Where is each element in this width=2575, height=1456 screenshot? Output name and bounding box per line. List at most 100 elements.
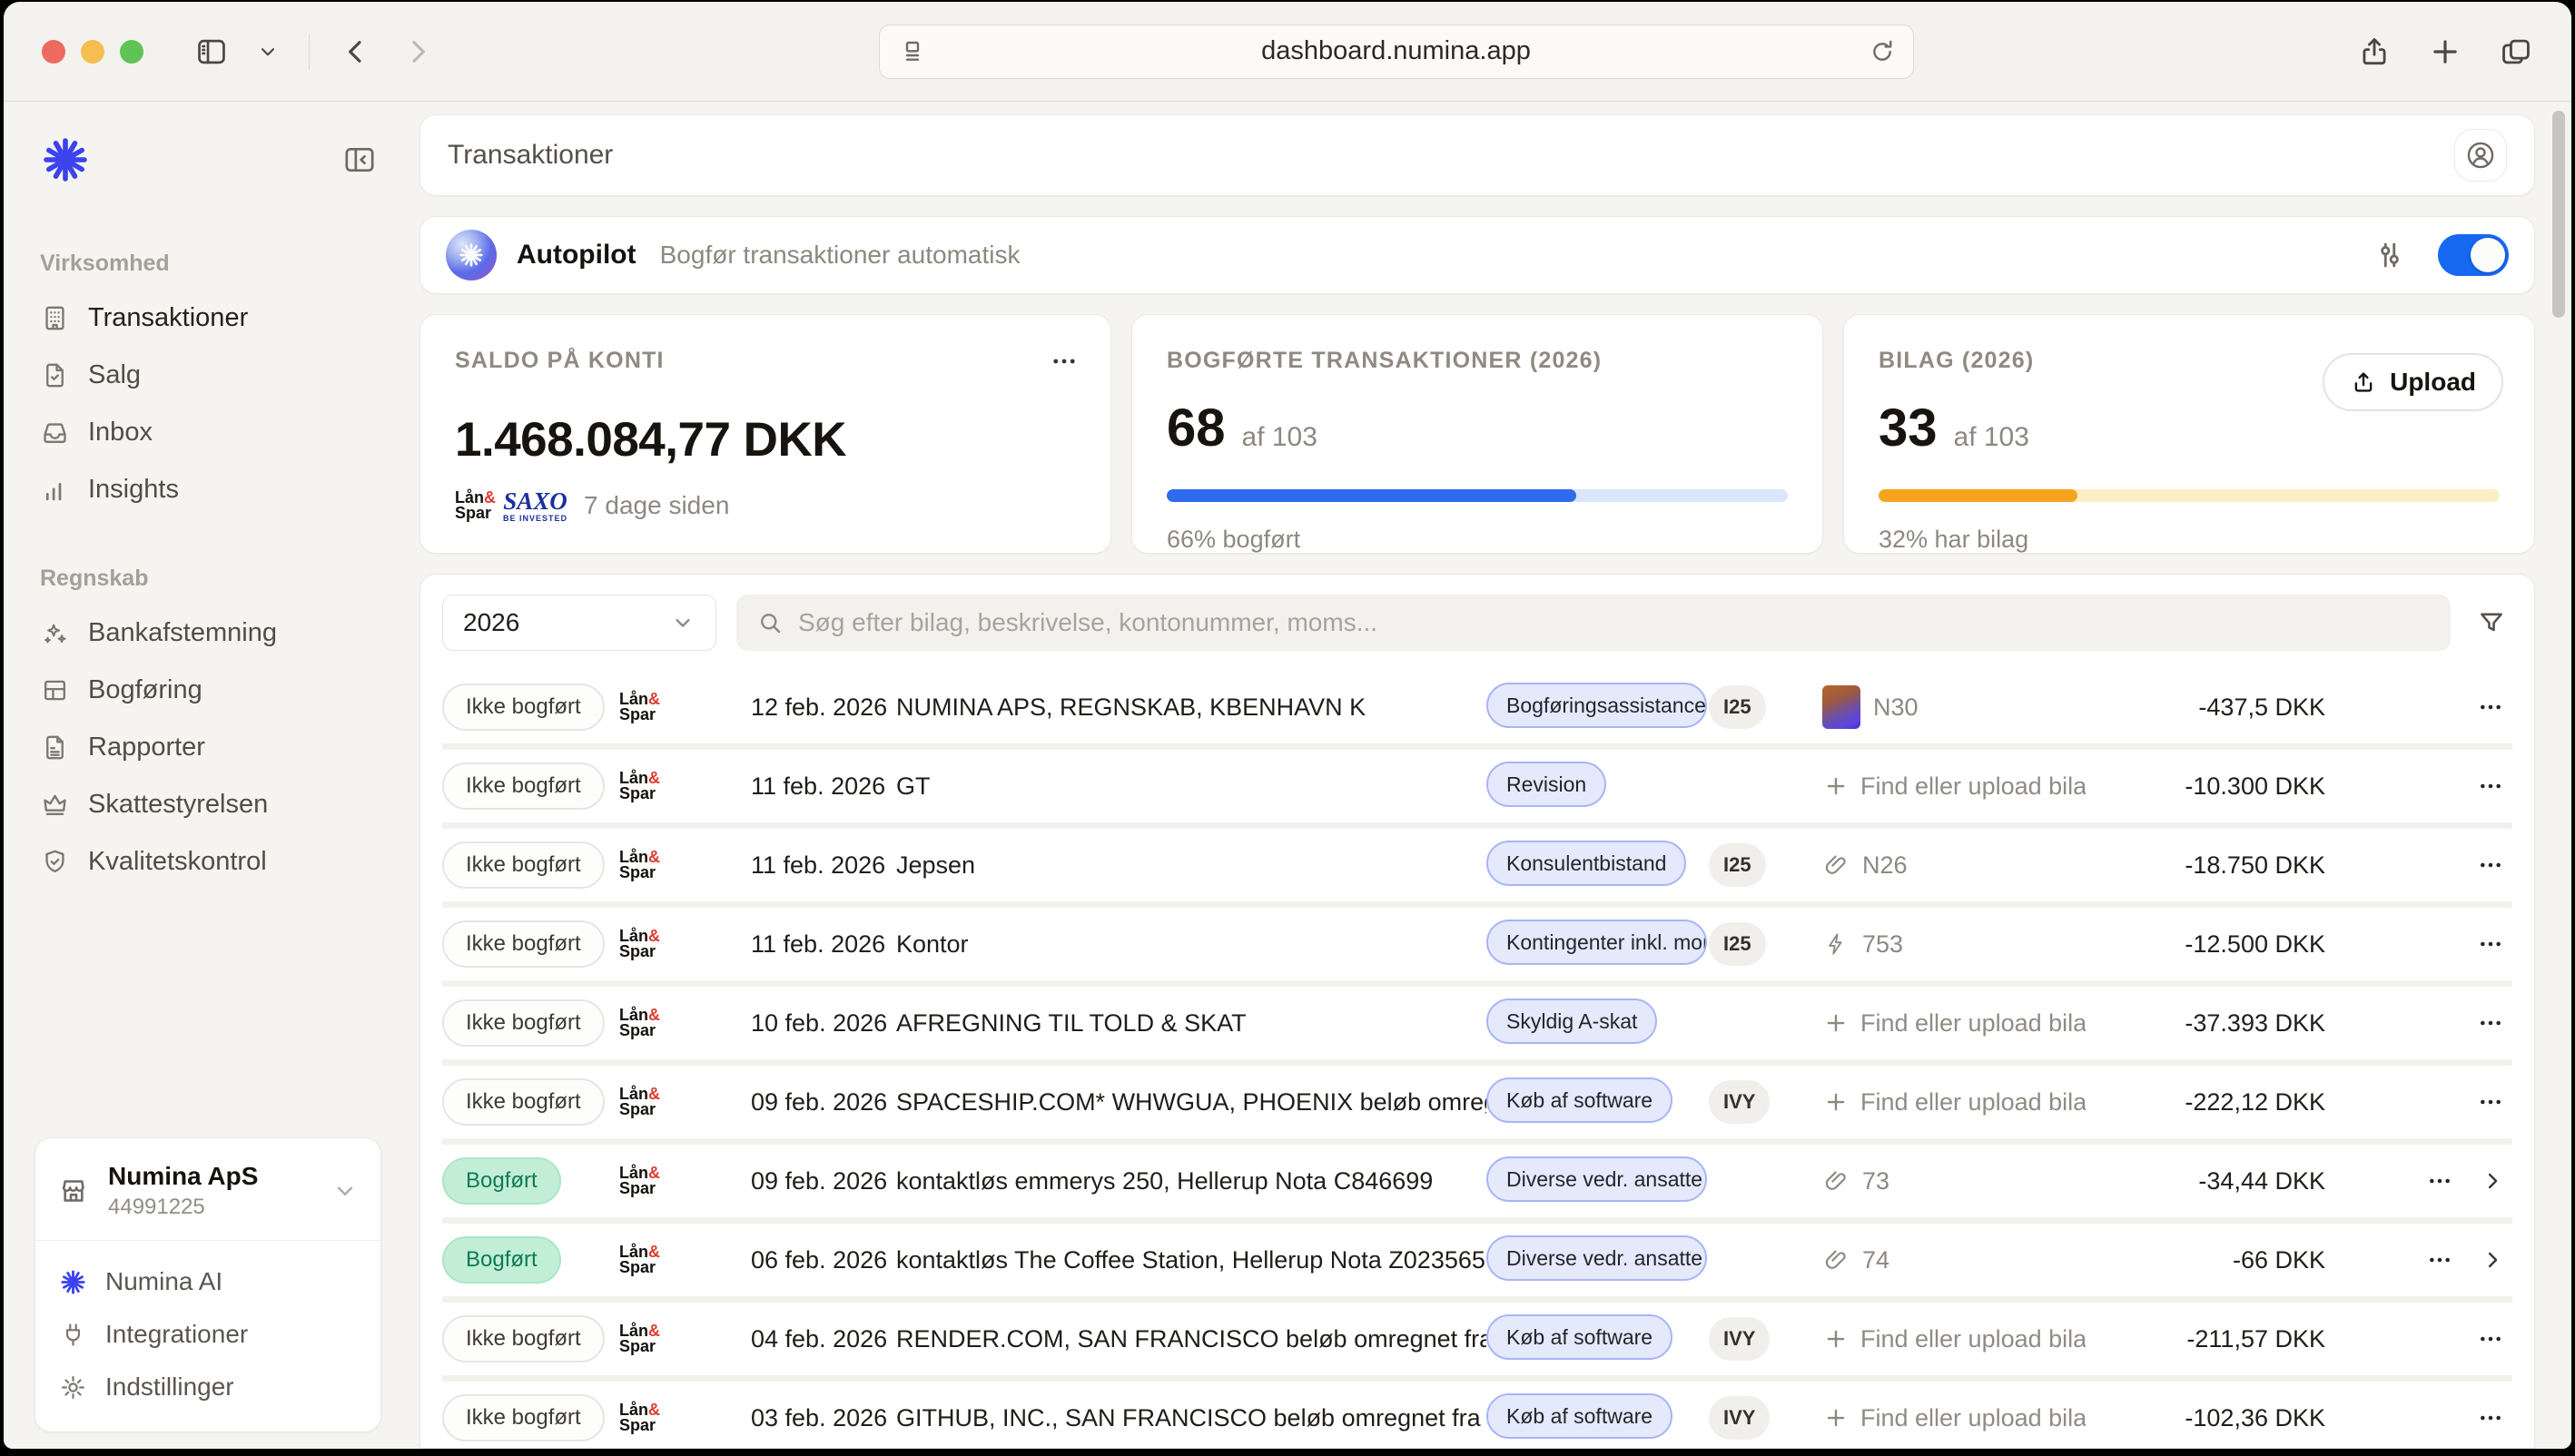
transaction-row[interactable]: Ikke bogført Lån&Spar 11 feb. 2026 Konto… bbox=[442, 908, 2512, 980]
search-input[interactable] bbox=[798, 608, 2431, 637]
category-badge[interactable]: Diverse vedr. ansatte uden bbox=[1486, 1235, 1707, 1281]
reader-view-icon[interactable] bbox=[898, 37, 927, 66]
workspace-switcher[interactable]: Numina ApS 44991225 bbox=[35, 1138, 380, 1241]
category-badge[interactable]: Køb af software bbox=[1486, 1393, 1672, 1439]
sidebar-chevron-down-icon[interactable] bbox=[256, 40, 280, 64]
category-badge[interactable]: Kontingenter inkl. moms bbox=[1486, 920, 1707, 965]
filter-icon[interactable] bbox=[2471, 607, 2512, 638]
find-upload-bilag-link[interactable]: Find eller upload bilag bbox=[1822, 1404, 2086, 1432]
saldo-card-menu-icon[interactable] bbox=[1049, 346, 1080, 381]
new-tab-icon[interactable] bbox=[2428, 34, 2462, 69]
chevron-right-icon[interactable] bbox=[2480, 1247, 2505, 1273]
bank-logo-laan-spar: Lån&Spar bbox=[619, 771, 751, 802]
workspace-menu-item-indstillinger[interactable]: Indstillinger bbox=[57, 1361, 359, 1413]
transaction-row[interactable]: Ikke bogført Lån&Spar 11 feb. 2026 Jepse… bbox=[442, 829, 2512, 901]
category-badge[interactable]: Konsulentbistand bbox=[1486, 841, 1686, 886]
sidebar-item-transaktioner[interactable]: Transaktioner bbox=[35, 290, 381, 347]
category-badge[interactable]: Køb af software bbox=[1486, 1314, 1672, 1360]
bilag-cell: Find eller upload bilag bbox=[1822, 1088, 2086, 1117]
row-menu-icon[interactable] bbox=[2476, 1008, 2505, 1038]
category-badge[interactable]: Skyldig A-skat bbox=[1486, 999, 1657, 1044]
find-upload-bilag-link[interactable]: Find eller upload bilag bbox=[1822, 1009, 2086, 1038]
bank-logo-laan-spar: Lån&Spar bbox=[619, 1323, 751, 1354]
category-badge[interactable]: Revision bbox=[1486, 762, 1606, 807]
row-menu-icon[interactable] bbox=[2476, 772, 2505, 801]
transaction-row[interactable]: Ikke bogført Lån&Spar 10 feb. 2026 AFREG… bbox=[442, 987, 2512, 1059]
sidebar-item-salg[interactable]: Salg bbox=[35, 347, 381, 404]
sidebar-item-label: Inbox bbox=[88, 418, 153, 448]
transaction-date: 06 feb. 2026 bbox=[751, 1246, 896, 1274]
category-badge[interactable]: Køb af software bbox=[1486, 1077, 1672, 1123]
status-badge: Ikke bogført bbox=[442, 920, 605, 968]
row-menu-icon[interactable] bbox=[2425, 1166, 2454, 1195]
attachment-number: N26 bbox=[1862, 851, 1908, 880]
transaction-description: RENDER.COM, SAN FRANCISCO beløb omregnet… bbox=[896, 1325, 1486, 1353]
autopilot-settings-icon[interactable] bbox=[2373, 238, 2407, 272]
sidebar-item-label: Insights bbox=[88, 475, 179, 505]
category-badge[interactable]: Bogføringsassistance bbox=[1486, 683, 1707, 728]
sidebar-item-skattestyrelsen[interactable]: Skattestyrelsen bbox=[35, 776, 381, 833]
sidebar-item-bogf-ring[interactable]: Bogføring bbox=[35, 662, 381, 719]
autopilot-toggle[interactable] bbox=[2438, 234, 2509, 276]
transaction-row[interactable]: Ikke bogført Lån&Spar 09 feb. 2026 SPACE… bbox=[442, 1066, 2512, 1138]
find-upload-bilag-link[interactable]: Find eller upload bilag bbox=[1822, 1088, 2086, 1117]
close-window-button[interactable] bbox=[42, 40, 65, 64]
transaction-description: GT bbox=[896, 772, 1486, 801]
receipt-thumbnail[interactable] bbox=[1822, 685, 1860, 729]
browser-window: dashboard.numina.app bbox=[4, 2, 2571, 1449]
sidebar-item-bankafstemning[interactable]: Bankafstemning bbox=[35, 605, 381, 662]
row-menu-icon[interactable] bbox=[2476, 1324, 2505, 1353]
sidebar-item-insights[interactable]: Insights bbox=[35, 461, 381, 518]
grid-icon bbox=[40, 675, 70, 705]
search-field[interactable] bbox=[736, 595, 2451, 651]
find-upload-bilag-link[interactable]: Find eller upload bilag bbox=[1822, 772, 2086, 801]
transaction-date: 03 feb. 2026 bbox=[751, 1404, 896, 1432]
category-badge[interactable]: Diverse vedr. ansatte uden bbox=[1486, 1156, 1707, 1202]
transaction-amount: -10.300 DKK bbox=[2086, 772, 2331, 801]
bilag-cell: 753 bbox=[1822, 930, 2086, 959]
minimize-window-button[interactable] bbox=[81, 40, 104, 64]
find-upload-bilag-link[interactable]: Find eller upload bilag bbox=[1822, 1325, 2086, 1353]
transaction-row[interactable]: Ikke bogført Lån&Spar 12 feb. 2026 NUMIN… bbox=[442, 671, 2512, 743]
chevron-right-icon[interactable] bbox=[2480, 1168, 2505, 1194]
transaction-row[interactable]: Bogført Lån&Spar 09 feb. 2026 kontaktløs… bbox=[442, 1145, 2512, 1217]
collapse-sidebar-icon[interactable] bbox=[341, 142, 378, 182]
tab-overview-icon[interactable] bbox=[2499, 34, 2533, 69]
asterisk-icon bbox=[59, 1268, 87, 1296]
share-icon[interactable] bbox=[2357, 34, 2392, 69]
row-menu-icon[interactable] bbox=[2425, 1245, 2454, 1274]
account-button[interactable] bbox=[2454, 129, 2507, 182]
transaction-date: 10 feb. 2026 bbox=[751, 1009, 896, 1038]
reload-icon[interactable] bbox=[1868, 37, 1897, 66]
shield-icon bbox=[40, 847, 70, 877]
sidebar-item-kvalitetskontrol[interactable]: Kvalitetskontrol bbox=[35, 833, 381, 890]
bolt-icon bbox=[1822, 930, 1850, 958]
row-menu-icon[interactable] bbox=[2476, 693, 2505, 722]
transaction-row[interactable]: Ikke bogført Lån&Spar 03 feb. 2026 GITHU… bbox=[442, 1382, 2512, 1448]
row-menu-icon[interactable] bbox=[2476, 851, 2505, 880]
workspace-menu-item-numina-ai[interactable]: Numina AI bbox=[57, 1255, 359, 1308]
toggle-sidebar-icon[interactable] bbox=[194, 34, 229, 69]
scrollbar-thumb[interactable] bbox=[2552, 111, 2565, 318]
find-upload-bilag-label: Find eller upload bilag bbox=[1860, 1325, 2086, 1353]
transaction-description: SPACESHIP.COM* WHWGUA, PHOENIX beløb omr… bbox=[896, 1088, 1486, 1117]
paperclip-icon bbox=[1822, 1246, 1850, 1274]
row-menu-icon[interactable] bbox=[2476, 930, 2505, 959]
sidebar-item-inbox[interactable]: Inbox bbox=[35, 404, 381, 461]
zoom-window-button[interactable] bbox=[120, 40, 143, 64]
row-menu-icon[interactable] bbox=[2476, 1403, 2505, 1432]
transaction-row[interactable]: Ikke bogført Lån&Spar 11 feb. 2026 GT Re… bbox=[442, 750, 2512, 822]
sidebar-item-rapporter[interactable]: Rapporter bbox=[35, 719, 381, 776]
upload-button[interactable]: Upload bbox=[2323, 353, 2503, 411]
workspace-card: Numina ApS 44991225 Numina AIIntegration… bbox=[35, 1137, 381, 1432]
row-menu-icon[interactable] bbox=[2476, 1087, 2505, 1117]
tag-badge: I25 bbox=[1709, 843, 1766, 887]
bilag-cell: 73 bbox=[1822, 1167, 2086, 1195]
workspace-menu-item-integrationer[interactable]: Integrationer bbox=[57, 1308, 359, 1361]
transaction-row[interactable]: Bogført Lån&Spar 06 feb. 2026 kontaktløs… bbox=[442, 1224, 2512, 1296]
transaction-amount: -18.750 DKK bbox=[2086, 851, 2331, 880]
year-select[interactable]: 2026 bbox=[442, 595, 716, 651]
address-bar[interactable]: dashboard.numina.app bbox=[879, 25, 1914, 79]
back-button[interactable] bbox=[339, 34, 373, 69]
transaction-row[interactable]: Ikke bogført Lån&Spar 04 feb. 2026 RENDE… bbox=[442, 1303, 2512, 1375]
